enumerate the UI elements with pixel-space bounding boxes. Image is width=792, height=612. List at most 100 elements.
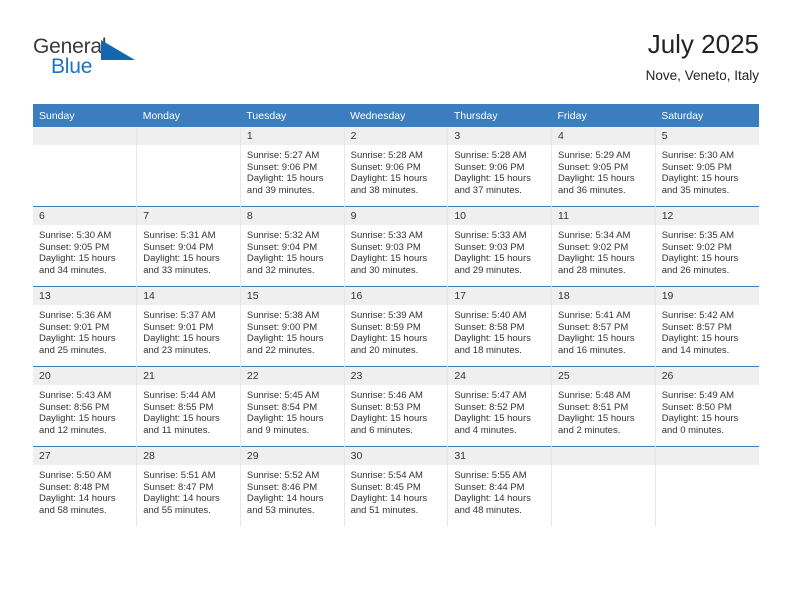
day-detail-line: and 4 minutes. — [454, 424, 517, 436]
calendar-day-cell[interactable]: 20 Sunrise: 5:43 AM Sunset: 8:56 PM Dayligh… — [33, 366, 137, 447]
day-detail-line: and 2 minutes. — [558, 424, 621, 436]
day-detail-line: and 28 minutes. — [558, 264, 626, 276]
day-details: Sunrise: 5:34 AM Sunset: 9:02 PM Daylight:… — [552, 225, 655, 276]
day-details: Sunrise: 5:52 AM Sunset: 8:46 PM Daylight:… — [241, 465, 344, 516]
day-number — [552, 447, 655, 465]
day-detail-line: Sunrise: 5:52 AM — [246, 470, 320, 481]
calendar-day-cell[interactable]: 3 Sunrise: 5:28 AM Sunset: 9:06 PM Daylight… — [447, 127, 552, 207]
day-details: Sunrise: 5:49 AM Sunset: 8:50 PM Daylight:… — [656, 385, 759, 436]
day-detail-line: Daylight: 15 hours — [350, 173, 428, 185]
calendar-day-cell[interactable]: 25 Sunrise: 5:48 AM Sunset: 8:51 PM Dayligh… — [551, 366, 656, 447]
calendar-day-cell[interactable]: 12 Sunrise: 5:35 AM Sunset: 9:02 PM Dayligh… — [654, 206, 759, 287]
calendar-week-row: 1 Sunrise: 5:27 AM Sunset: 9:06 PM Daylight… — [33, 127, 759, 207]
calendar-day-cell[interactable]: 7 Sunrise: 5:31 AM Sunset: 9:04 PM Daylight… — [136, 206, 241, 287]
day-detail-line: Sunrise: 5:55 AM — [454, 470, 527, 481]
day-number: 17 — [448, 287, 552, 305]
day-detail-line: Sunset: 8:46 PM — [246, 481, 318, 493]
page-subtitle: Nove, Veneto, Italy — [645, 68, 759, 83]
calendar-day-cell[interactable]: 4 Sunrise: 5:29 AM Sunset: 9:05 PM Daylight… — [551, 127, 656, 207]
day-detail-line: Sunrise: 5:33 AM — [350, 230, 423, 241]
calendar-day-cell[interactable]: 13 Sunrise: 5:36 AM Sunset: 9:01 PM Dayligh… — [33, 286, 137, 367]
day-detail-line: Daylight: 15 hours — [661, 333, 739, 345]
day-detail-line: Sunset: 9:06 PM — [350, 161, 421, 173]
weekday-header-friday: Friday — [551, 104, 656, 127]
day-detail-line: and 12 minutes. — [39, 424, 107, 436]
calendar-day-cell[interactable]: 11 Sunrise: 5:34 AM Sunset: 9:02 PM Dayligh… — [551, 206, 656, 287]
day-details: Sunrise: 5:28 AM Sunset: 9:06 PM Daylight:… — [345, 145, 448, 196]
day-detail-line: Sunrise: 5:38 AM — [246, 310, 320, 321]
calendar-day-cell[interactable]: 22 Sunrise: 5:45 AM Sunset: 8:54 PM Dayligh… — [239, 366, 345, 447]
day-number: 5 — [655, 127, 759, 145]
calendar-day-cell[interactable]: 21 Sunrise: 5:44 AM Sunset: 8:55 PM Dayligh… — [136, 366, 241, 447]
day-details: Sunrise: 5:48 AM Sunset: 8:51 PM Daylight:… — [552, 385, 655, 436]
calendar-day-cell[interactable]: 16 Sunrise: 5:39 AM Sunset: 8:59 PM Dayligh… — [343, 286, 448, 367]
calendar-week-row: 20 Sunrise: 5:43 AM Sunset: 8:56 PM Dayligh… — [33, 366, 759, 447]
calendar-day-cell[interactable]: 26 Sunrise: 5:49 AM Sunset: 8:50 PM Dayligh… — [654, 366, 759, 447]
calendar-day-cell[interactable]: 19 Sunrise: 5:42 AM Sunset: 8:57 PM Dayligh… — [654, 286, 759, 367]
calendar-table: Sunday Monday Tuesday Wednesday Thursday Frid… — [33, 104, 759, 526]
calendar-day-cell[interactable]: 23 Sunrise: 5:46 AM Sunset: 8:53 PM Dayligh… — [343, 366, 448, 447]
day-details: Sunrise: 5:44 AM Sunset: 8:55 PM Daylight:… — [137, 385, 240, 436]
day-detail-line: Sunset: 9:01 PM — [143, 321, 214, 333]
day-detail-line: Sunset: 8:47 PM — [143, 481, 214, 493]
day-detail-line: and 53 minutes. — [246, 504, 315, 516]
day-number: 10 — [448, 207, 552, 225]
calendar-day-cell[interactable]: 9 Sunrise: 5:33 AM Sunset: 9:03 PM Daylight… — [343, 206, 448, 287]
day-detail-line: and 20 minutes. — [350, 344, 419, 356]
weekday-header-saturday: Saturday — [655, 104, 759, 127]
calendar-day-cell[interactable]: 1 Sunrise: 5:27 AM Sunset: 9:06 PM Daylight… — [239, 127, 345, 207]
day-detail-line: and 36 minutes. — [558, 184, 626, 196]
day-detail-line: Daylight: 15 hours — [558, 253, 635, 265]
day-detail-line: and 6 minutes. — [350, 424, 413, 436]
calendar-body: 1 Sunrise: 5:27 AM Sunset: 9:06 PM Daylight… — [33, 127, 759, 526]
day-detail-line: and 51 minutes. — [350, 504, 419, 516]
calendar-empty-cell — [551, 446, 656, 526]
day-detail-line: Sunset: 8:51 PM — [558, 401, 629, 413]
day-details: Sunrise: 5:51 AM Sunset: 8:47 PM Daylight:… — [137, 465, 240, 516]
calendar-day-cell[interactable]: 27 Sunrise: 5:50 AM Sunset: 8:48 PM Dayligh… — [33, 446, 137, 526]
calendar-day-cell[interactable]: 30 Sunrise: 5:54 AM Sunset: 8:45 PM Dayligh… — [343, 446, 448, 526]
day-number: 23 — [344, 367, 448, 385]
day-detail-line: Daylight: 14 hours — [143, 493, 220, 505]
calendar-day-cell[interactable]: 2 Sunrise: 5:28 AM Sunset: 9:06 PM Daylight… — [343, 127, 448, 207]
calendar-day-cell[interactable]: 5 Sunrise: 5:30 AM Sunset: 9:05 PM Daylight… — [654, 127, 759, 207]
calendar-day-cell[interactable]: 31 Sunrise: 5:55 AM Sunset: 8:44 PM Dayligh… — [447, 446, 552, 526]
calendar-day-cell[interactable]: 28 Sunrise: 5:51 AM Sunset: 8:47 PM Dayligh… — [136, 446, 241, 526]
calendar-week-row: 6 Sunrise: 5:30 AM Sunset: 9:05 PM Daylight… — [33, 206, 759, 287]
day-detail-line: Sunset: 9:04 PM — [143, 241, 214, 253]
day-detail-line: Daylight: 15 hours — [246, 173, 324, 185]
calendar-day-cell[interactable]: 17 Sunrise: 5:40 AM Sunset: 8:58 PM Dayligh… — [447, 286, 552, 367]
day-detail-line: Sunrise: 5:42 AM — [661, 310, 735, 321]
day-number: 9 — [344, 207, 448, 225]
day-number: 22 — [240, 367, 344, 385]
day-detail-line: Daylight: 15 hours — [558, 173, 635, 185]
day-detail-line: Sunrise: 5:41 AM — [558, 310, 631, 321]
day-details: Sunrise: 5:40 AM Sunset: 8:58 PM Daylight:… — [448, 305, 551, 356]
calendar-day-cell[interactable]: 8 Sunrise: 5:32 AM Sunset: 9:04 PM Daylight… — [239, 206, 345, 287]
brand-logo[interactable]: General Blue — [33, 36, 153, 88]
day-detail-line: Sunrise: 5:46 AM — [350, 390, 423, 401]
day-detail-line: Sunset: 8:44 PM — [454, 481, 525, 493]
day-detail-line: Sunset: 9:02 PM — [661, 241, 732, 253]
day-detail-line: Sunrise: 5:50 AM — [39, 470, 112, 481]
calendar-day-cell[interactable]: 18 Sunrise: 5:41 AM Sunset: 8:57 PM Dayligh… — [551, 286, 656, 367]
calendar-day-cell[interactable]: 6 Sunrise: 5:30 AM Sunset: 9:05 PM Daylight… — [33, 206, 137, 287]
day-detail-line: Sunset: 8:54 PM — [246, 401, 318, 413]
calendar-day-cell[interactable]: 15 Sunrise: 5:38 AM Sunset: 9:00 PM Dayligh… — [239, 286, 345, 367]
calendar-day-cell[interactable]: 24 Sunrise: 5:47 AM Sunset: 8:52 PM Dayligh… — [447, 366, 552, 447]
day-detail-line: and 32 minutes. — [246, 264, 315, 276]
day-number: 20 — [33, 367, 137, 385]
calendar-empty-cell — [33, 127, 137, 207]
day-detail-line: Sunset: 8:59 PM — [350, 321, 421, 333]
day-number: 8 — [240, 207, 344, 225]
calendar-day-cell[interactable]: 14 Sunrise: 5:37 AM Sunset: 9:01 PM Dayligh… — [136, 286, 241, 367]
day-number: 14 — [137, 287, 240, 305]
calendar-day-cell[interactable]: 10 Sunrise: 5:33 AM Sunset: 9:03 PM Dayligh… — [447, 206, 552, 287]
day-detail-line: and 0 minutes. — [661, 424, 725, 436]
calendar-day-cell[interactable]: 29 Sunrise: 5:52 AM Sunset: 8:46 PM Dayligh… — [239, 446, 345, 526]
day-number: 31 — [448, 447, 552, 465]
day-detail-line: Daylight: 15 hours — [39, 333, 116, 345]
day-detail-line: Sunset: 9:06 PM — [454, 161, 525, 173]
day-detail-line: Sunset: 8:57 PM — [558, 321, 629, 333]
day-detail-line: Sunrise: 5:43 AM — [39, 390, 112, 401]
